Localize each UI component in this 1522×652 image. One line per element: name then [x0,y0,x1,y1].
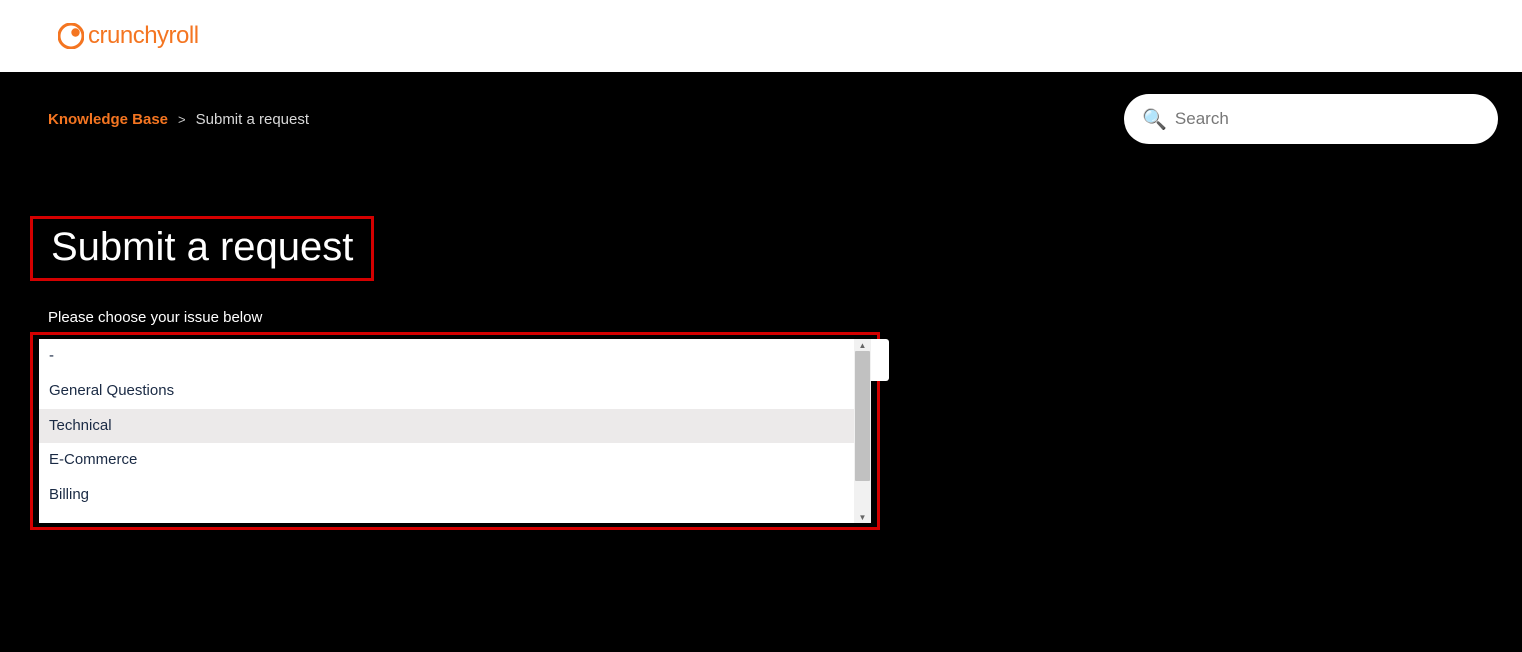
breadcrumb-separator: > [178,112,186,127]
brand-logo[interactable]: crunchyroll [58,22,199,50]
breadcrumb-root-link[interactable]: Knowledge Base [48,111,168,128]
breadcrumb-current: Submit a request [196,111,309,128]
scrollbar-track[interactable]: ▲ ▼ [854,339,871,523]
option-ecommerce[interactable]: E-Commerce [39,443,871,478]
top-row: Knowledge Base > Submit a request 🔍 [0,72,1522,144]
page-title-highlight: Submit a request [30,216,374,281]
option-billing[interactable]: Billing [39,478,871,513]
option-membership[interactable]: Membership [39,513,871,523]
search-icon: 🔍 [1142,107,1167,132]
search-input[interactable] [1175,109,1480,129]
form-section: Please choose your issue below - General… [30,309,1522,530]
scroll-down-icon[interactable]: ▼ [854,511,871,523]
scrollbar-thumb[interactable] [855,351,870,481]
issue-select-label: Please choose your issue below [48,309,1522,326]
content-area: Knowledge Base > Submit a request 🔍 Subm… [0,72,1522,652]
breadcrumb: Knowledge Base > Submit a request [48,111,309,128]
crunchyroll-icon [58,23,84,49]
option-general-questions[interactable]: General Questions [39,374,871,409]
option-technical[interactable]: Technical [39,409,871,444]
issue-select-highlight: - General Questions Technical E-Commerce… [30,332,880,530]
option-blank[interactable]: - [39,339,871,374]
header-bar: crunchyroll [0,0,1522,72]
page-title: Submit a request [51,225,353,270]
scroll-up-icon[interactable]: ▲ [854,339,871,351]
search-box[interactable]: 🔍 [1124,94,1498,144]
dropdown-caret-box [871,339,889,381]
issue-select-list[interactable]: - General Questions Technical E-Commerce… [39,339,871,523]
brand-name: crunchyroll [88,22,199,50]
